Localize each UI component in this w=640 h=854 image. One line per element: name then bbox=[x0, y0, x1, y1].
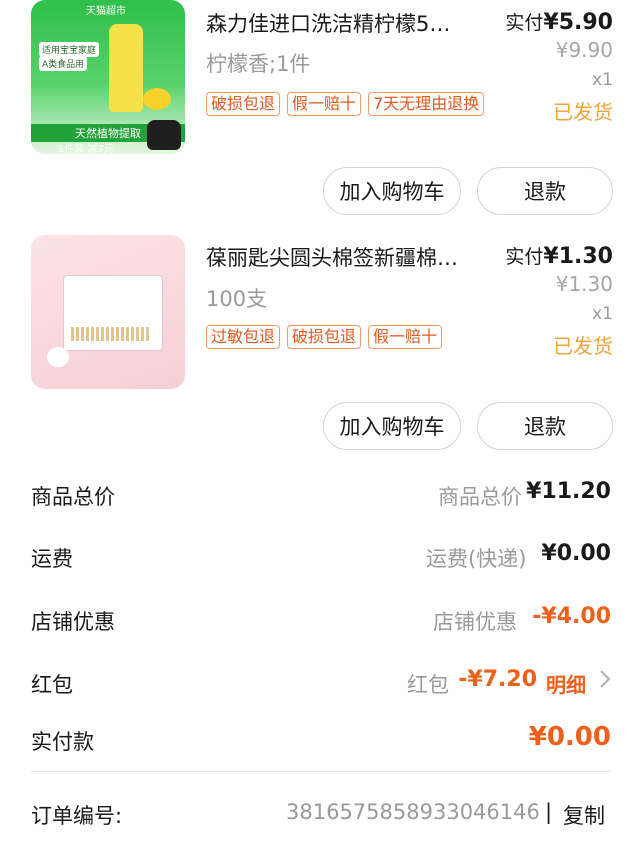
row-label: 实付款 bbox=[31, 730, 94, 754]
product-image-dish-soap[interactable]: 天猫超市 适用宝宝家庭 A类食品用 天然植物提取 1件装 减7元 bbox=[31, 0, 185, 154]
row-value: -¥4.00 bbox=[532, 604, 611, 629]
add-to-cart-button[interactable]: 加入购物车 bbox=[323, 402, 461, 450]
row-value: ¥11.20 bbox=[526, 479, 611, 504]
swab-sticks-shape bbox=[71, 327, 151, 341]
row-value: ¥0.00 bbox=[528, 722, 611, 752]
product-image-promo: 1件装 减7元 bbox=[58, 144, 114, 154]
copy-button[interactable]: 复制 bbox=[563, 800, 605, 830]
product-title[interactable]: 森力佳进口洗洁精柠檬5… bbox=[206, 8, 496, 38]
row-value: -¥7.20 bbox=[458, 667, 537, 692]
quantity: x1 bbox=[592, 70, 613, 90]
store-discount-row: 店铺优惠 店铺优惠 -¥4.00 bbox=[0, 594, 640, 644]
refund-button[interactable]: 退款 bbox=[477, 167, 613, 215]
service-tags: 过敏包退 破损包退 假一赔十 bbox=[206, 325, 443, 349]
row-label: 运费 bbox=[31, 547, 73, 571]
shipping-fee-row: 运费 运费(快递) ¥0.00 bbox=[0, 531, 640, 581]
paid-price: 实付¥5.90 bbox=[505, 8, 613, 35]
red-packet-row[interactable]: 红包 红包 -¥7.20 明细 bbox=[0, 657, 640, 707]
service-tag: 7天无理由退换 bbox=[368, 92, 485, 116]
paid-label: 实付 bbox=[505, 12, 544, 34]
chevron-right-icon[interactable] bbox=[599, 669, 611, 694]
row-sublabel: 红包 bbox=[407, 673, 449, 697]
refund-button[interactable]: 退款 bbox=[477, 402, 613, 450]
service-tag: 假一赔十 bbox=[287, 92, 362, 116]
row-sublabel: 商品总价 bbox=[438, 485, 522, 509]
separator: | bbox=[545, 800, 553, 824]
service-tag: 过敏包退 bbox=[206, 325, 281, 349]
order-number: 3816575858933046146 bbox=[286, 800, 540, 824]
detail-link[interactable]: 明细 bbox=[546, 669, 586, 698]
tmall-cat-icon bbox=[147, 120, 181, 150]
service-tags: 破损包退 假一赔十 7天无理由退换 bbox=[206, 92, 485, 116]
paid-price: 实付¥1.30 bbox=[505, 242, 613, 269]
shipping-status: 已发货 bbox=[553, 334, 613, 358]
original-price: ¥1.30 bbox=[555, 272, 613, 296]
row-sublabel: 运费(快递) bbox=[426, 547, 527, 571]
product-title[interactable]: 葆丽匙尖圆头棉签新疆棉… bbox=[206, 242, 496, 272]
paid-amount: ¥1.30 bbox=[543, 244, 613, 269]
row-label: 店铺优惠 bbox=[31, 610, 115, 634]
product-image-line1: 适用宝宝家庭 bbox=[39, 42, 100, 57]
service-tag: 假一赔十 bbox=[368, 325, 443, 349]
shipping-status: 已发货 bbox=[553, 100, 613, 124]
divider bbox=[31, 771, 611, 772]
cotton-ball-shape bbox=[47, 347, 69, 367]
product-spec: 100支 bbox=[206, 287, 268, 311]
service-tag: 破损包退 bbox=[206, 92, 281, 116]
bottle-shape bbox=[109, 24, 143, 112]
total-price-row: 商品总价 商品总价 ¥11.20 bbox=[0, 469, 640, 519]
paid-label: 实付 bbox=[505, 246, 544, 268]
product-spec: 柠檬香;1件 bbox=[206, 52, 311, 76]
service-tag: 破损包退 bbox=[287, 325, 362, 349]
row-sublabel: 店铺优惠 bbox=[433, 610, 517, 634]
order-number-label: 订单编号: bbox=[31, 804, 123, 828]
row-label: 红包 bbox=[31, 673, 73, 697]
amount-paid-row: 实付款 ¥0.00 bbox=[0, 714, 640, 764]
product-image-line2: A类食品用 bbox=[39, 56, 88, 71]
product-image-cotton-swabs[interactable] bbox=[31, 235, 185, 389]
original-price: ¥9.90 bbox=[555, 38, 613, 62]
lemon-shape bbox=[143, 88, 171, 110]
row-value: ¥0.00 bbox=[541, 541, 611, 566]
tmall-badge: 天猫超市 bbox=[86, 6, 126, 17]
quantity: x1 bbox=[592, 304, 613, 324]
add-to-cart-button[interactable]: 加入购物车 bbox=[323, 167, 461, 215]
row-label: 商品总价 bbox=[31, 485, 115, 509]
paid-amount: ¥5.90 bbox=[543, 10, 613, 35]
